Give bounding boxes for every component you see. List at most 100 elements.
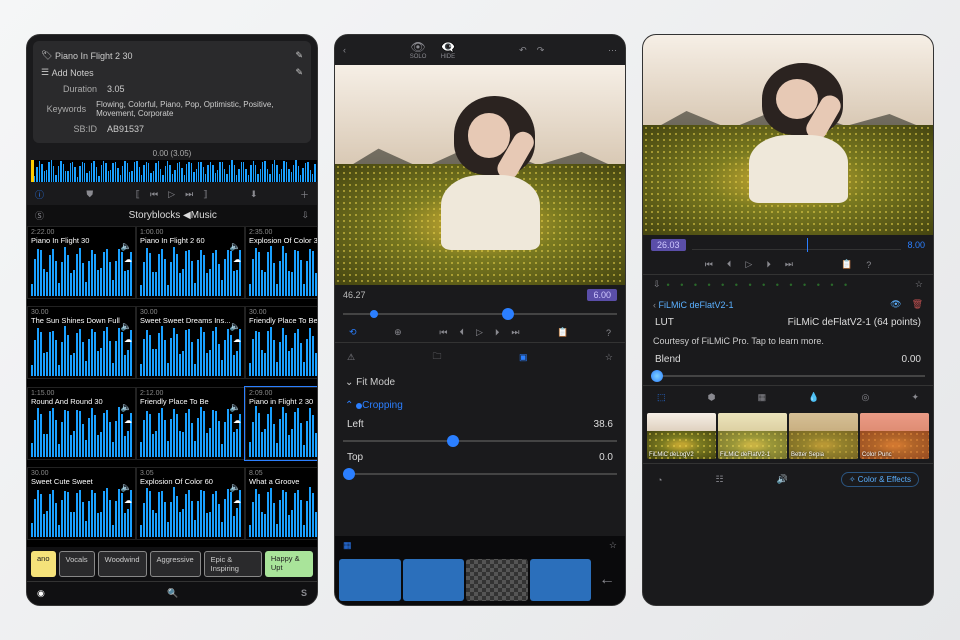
grid-icon[interactable]: ▦ xyxy=(343,540,352,551)
step-fwd-icon[interactable]: ⏵ xyxy=(766,259,771,270)
main-waveform[interactable] xyxy=(31,160,318,182)
fx-lut-icon[interactable]: ⬚ xyxy=(657,392,666,403)
track-cell[interactable]: 30.00The Sun Shines Down Full🔈☁ xyxy=(27,306,136,379)
favorite-icon[interactable]: ☆ xyxy=(609,540,617,551)
lut-thumb[interactable]: FiLMiC deLogV2 xyxy=(647,413,716,459)
cloud-icon[interactable]: ☁ xyxy=(124,416,132,425)
track-cell[interactable]: 2:09.00Piano in Flight 2 30🔈☁ xyxy=(245,387,317,460)
clipboard-icon[interactable]: 📋 xyxy=(557,327,568,338)
crop-top-slider[interactable] xyxy=(343,467,617,481)
track-cell[interactable]: 8.05What a Groove🔈☁ xyxy=(245,467,317,540)
collapse-arrow-icon[interactable]: ← xyxy=(593,571,621,589)
clipboard-icon[interactable]: 📋 xyxy=(841,259,852,270)
redo-icon[interactable]: ↷ xyxy=(537,45,545,56)
step-back-icon[interactable]: ⏴ xyxy=(459,327,464,338)
fx-grid-icon[interactable]: ▦ xyxy=(758,392,767,403)
filter-tag[interactable]: Woodwind xyxy=(98,551,147,577)
track-cell[interactable]: 1:15.00Round And Round 30🔈☁ xyxy=(27,387,136,460)
video-preview[interactable] xyxy=(335,65,625,285)
track-cell[interactable]: 3.05Explosion Of Color 60🔈☁ xyxy=(136,467,245,540)
skip-start-icon[interactable]: ⏮ xyxy=(439,327,447,338)
mark-in-icon[interactable]: ⟦ xyxy=(136,189,140,200)
cloud-icon[interactable]: ☁ xyxy=(233,416,241,425)
s-badge-icon[interactable]: Ⓢ xyxy=(35,209,44,222)
cloud-icon[interactable]: ☁ xyxy=(233,496,241,505)
fx-cube-icon[interactable]: ⬢ xyxy=(708,392,716,403)
lut-thumb[interactable]: Color Punc xyxy=(860,413,929,459)
filter-tag[interactable]: Epic & Inspiring xyxy=(204,551,262,577)
add-clip-icon[interactable]: ⊕ xyxy=(394,327,402,338)
hide-icon[interactable]: 👁‍🗨HIDE xyxy=(440,40,455,60)
track-cell[interactable]: 2:12.00Friendly Place To Be🔈☁ xyxy=(136,387,245,460)
speaker-icon[interactable]: 🔈 xyxy=(230,321,241,332)
import-icon[interactable]: ⇩ xyxy=(301,210,309,221)
help-icon[interactable]: ? xyxy=(606,328,611,338)
color-effects-button[interactable]: ✧ Color & Effects xyxy=(841,472,919,487)
edit-notes-icon[interactable]: ✎ xyxy=(295,67,303,78)
star-icon[interactable]: ☆ xyxy=(915,279,923,290)
trash-icon[interactable]: 🗑 xyxy=(912,299,923,310)
track-cell[interactable]: 2:22.00Piano In Flight 30🔈☁ xyxy=(27,226,136,299)
gauge-icon[interactable]: ◔ xyxy=(657,475,662,485)
speaker-icon[interactable]: 🔈 xyxy=(121,482,132,493)
blend-slider[interactable] xyxy=(651,369,925,383)
step-fwd-icon[interactable]: ⏵ xyxy=(495,327,500,338)
search-icon[interactable]: 🔍 xyxy=(167,588,178,599)
speaker-icon[interactable]: 🔈 xyxy=(121,241,132,252)
menu-icon[interactable]: ⋯ xyxy=(608,45,617,56)
levels-icon[interactable]: ☷ xyxy=(715,474,723,485)
filter-tag[interactable]: ano xyxy=(31,551,56,577)
keyframe-row[interactable]: ⇩ • • • • • • • • • • • • • • ☆ xyxy=(643,274,933,294)
star-icon[interactable]: ☆ xyxy=(605,352,613,363)
crop-left-slider[interactable] xyxy=(343,434,617,448)
record-icon[interactable]: ◉ xyxy=(37,588,45,599)
filter-tag[interactable]: Happy & Upt xyxy=(265,551,313,577)
s-icon[interactable]: S xyxy=(301,588,307,599)
fx-preview[interactable] xyxy=(643,35,933,235)
fx-sparkle-icon[interactable]: ✦ xyxy=(911,392,919,403)
speaker-icon[interactable]: 🔈 xyxy=(230,402,241,413)
cloud-icon[interactable]: ☁ xyxy=(233,255,241,264)
shield-icon[interactable]: ⛊ xyxy=(86,189,93,200)
timeline-scrubber[interactable] xyxy=(343,307,617,321)
filter-tag[interactable]: Aggressive xyxy=(150,551,201,577)
prev-icon[interactable]: ⏮ xyxy=(150,189,158,200)
lut-strip[interactable]: FiLMiC deLogV2FiLMiC deFlatV2-1Better Se… xyxy=(643,409,933,463)
solo-icon[interactable]: 👁SOLO xyxy=(410,40,427,60)
skip-end-icon[interactable]: ⏭ xyxy=(785,259,793,270)
undo-icon[interactable]: ↶ xyxy=(519,45,527,56)
play-icon[interactable]: ▷ xyxy=(745,259,752,270)
track-cell[interactable]: 30.00Sweet Cute Sweet🔈☁ xyxy=(27,467,136,540)
notes-row[interactable]: ☰ Add Notes ✎ xyxy=(41,64,303,81)
skip-start-icon[interactable]: ⏮ xyxy=(705,259,713,270)
warn-icon[interactable]: ⚠ xyxy=(347,352,355,363)
speaker-icon[interactable]: 🔈 xyxy=(230,482,241,493)
add-icon[interactable]: ＋ xyxy=(300,188,309,201)
visibility-icon[interactable]: 👁 xyxy=(890,299,901,310)
cloud-icon[interactable]: ☁ xyxy=(233,335,241,344)
cropping-header[interactable]: ⌃ Cropping xyxy=(335,394,625,417)
clip-title-row[interactable]: 🏷 Piano In Flight 2 30 ✎ xyxy=(41,47,303,64)
track-cell[interactable]: 30.00Sweet Sweet Dreams Ins...🔈☁ xyxy=(136,306,245,379)
folder-icon[interactable]: 🗀 xyxy=(433,349,442,365)
cloud-icon[interactable]: ☁ xyxy=(124,255,132,264)
lut-thumb[interactable]: FiLMiC deFlatV2-1 xyxy=(718,413,787,459)
track-cell[interactable]: 30.00Friendly Place To Be🔈☁ xyxy=(245,306,317,379)
fit-mode-header[interactable]: ⌄ Fit Mode xyxy=(335,371,625,394)
help-icon[interactable]: ? xyxy=(866,260,871,270)
speaker-icon[interactable]: 🔈 xyxy=(121,321,132,332)
clip-thumbnails[interactable]: ← xyxy=(335,555,625,605)
play-icon[interactable]: ▷ xyxy=(168,189,175,200)
play-icon[interactable]: ▷ xyxy=(476,327,483,338)
track-cell[interactable]: 1:00.00Piano In Flight 2 60🔈☁ xyxy=(136,226,245,299)
speaker-icon[interactable]: 🔈 xyxy=(230,241,241,252)
step-back-icon[interactable]: ⏴ xyxy=(727,259,732,270)
lut-courtesy[interactable]: Courtesy of FiLMiC Pro. Tap to learn mor… xyxy=(643,330,933,352)
cloud-icon[interactable]: ☁ xyxy=(124,496,132,505)
lut-thumb[interactable]: Better Sepia xyxy=(789,413,858,459)
mark-out-icon[interactable]: ⟧ xyxy=(203,189,207,200)
next-icon[interactable]: ⏭ xyxy=(185,189,193,200)
info-icon[interactable]: ⓘ xyxy=(35,188,44,201)
loop-icon[interactable]: ⟲ xyxy=(349,327,357,338)
audio-fx-icon[interactable]: 🔊 xyxy=(777,474,788,485)
